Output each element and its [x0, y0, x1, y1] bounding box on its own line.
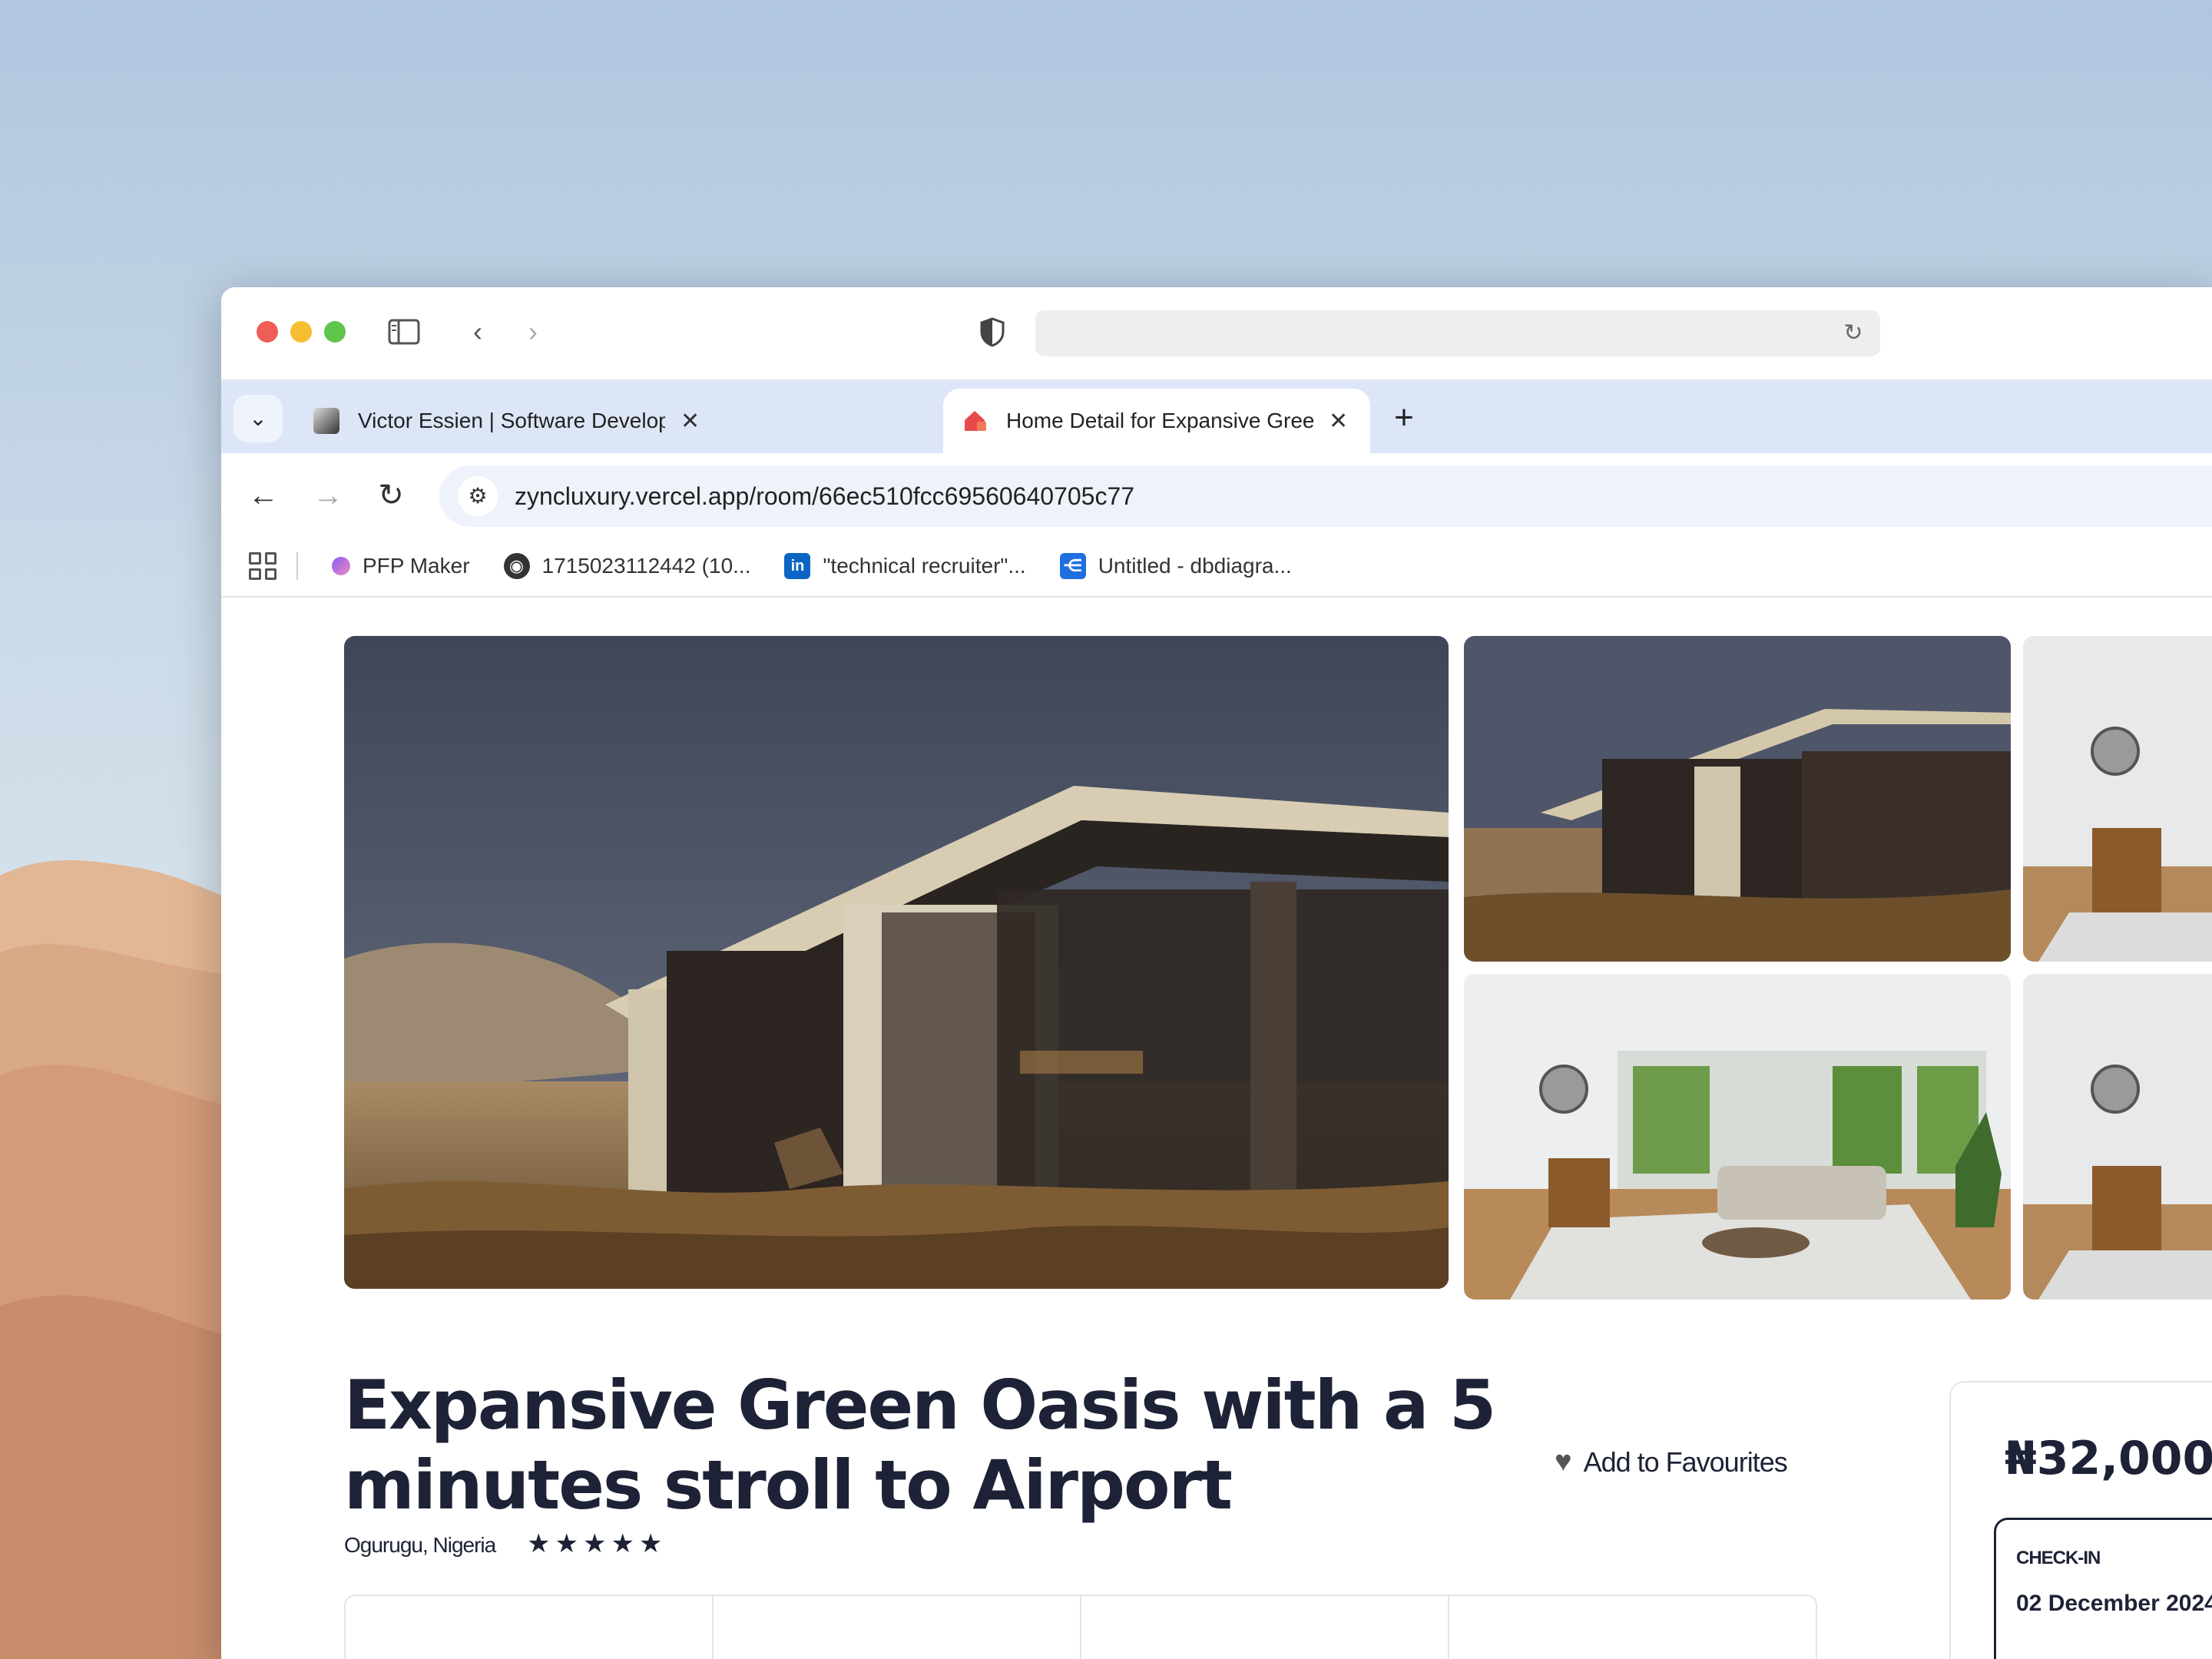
- tab-title: Home Detail for Expansive Gree: [1006, 409, 1313, 432]
- gallery-photo-cabin[interactable]: [1464, 636, 2011, 962]
- favourite-label: Add to Favourites: [1583, 1445, 1788, 1478]
- forward-arrow-icon[interactable]: →: [307, 475, 349, 516]
- tab-search-chevron-icon[interactable]: ⌄: [233, 395, 283, 442]
- bookmarks-bar: PFP Maker ◉ 1715023112442 (10... in "tec…: [221, 536, 2212, 598]
- site-settings-icon[interactable]: ⚙: [458, 476, 498, 516]
- feature-cell: [346, 1596, 714, 1659]
- bookmark-linkedin[interactable]: in "technical recruiter"...: [784, 553, 1026, 579]
- bookmark-pfp-maker[interactable]: PFP Maker: [332, 554, 470, 578]
- linkedin-icon: in: [784, 553, 811, 579]
- bookmark-label: Untitled - dbdiagra...: [1098, 554, 1292, 578]
- back-arrow-icon[interactable]: ‹: [461, 316, 495, 347]
- feature-cell: [1449, 1596, 1816, 1659]
- victor-portrait-icon: [313, 408, 339, 434]
- house-logo-icon: [962, 408, 988, 434]
- gallery-photo-living-room[interactable]: [1464, 974, 2011, 1300]
- tab-title: Victor Essien | Software Develop: [358, 409, 665, 432]
- bookmark-dbdiagram[interactable]: ⋲ Untitled - dbdiagra...: [1059, 553, 1292, 579]
- checkin-date-picker[interactable]: CHECK-IN 02 December 2024: [1994, 1518, 2212, 1659]
- star-rating-icon: ★★★★★: [527, 1529, 667, 1558]
- browser-window: ‹ › ↻ ⌄ Victor Essien | Software Develop…: [221, 287, 2212, 1659]
- forward-arrow-icon[interactable]: ›: [516, 316, 550, 347]
- reload-icon[interactable]: ↻: [370, 475, 412, 516]
- url-text: zyncluxury.vercel.app/room/66ec510fcc695…: [515, 482, 1135, 510]
- shield-icon[interactable]: [975, 316, 1009, 347]
- checkin-date: 02 December 2024: [2016, 1591, 2212, 1616]
- listing-features-row: [344, 1594, 1817, 1659]
- booking-card: ₦32,000 CHECK-IN 02 December 2024: [1949, 1381, 2212, 1659]
- url-bar[interactable]: ⚙ zyncluxury.vercel.app/room/66ec510fcc6…: [439, 465, 2212, 527]
- gallery-photo-living-room[interactable]: [2023, 974, 2212, 1300]
- close-window-button[interactable]: [257, 321, 278, 343]
- back-arrow-icon[interactable]: ←: [243, 475, 284, 516]
- add-to-favourites-button[interactable]: ♥ Add to Favourites: [1555, 1445, 1788, 1479]
- browser-toolbar: ← → ↻ ⚙ zyncluxury.vercel.app/room/66ec5…: [221, 453, 2212, 536]
- listing-title: Expansive Green Oasis with a 5 minutes s…: [344, 1366, 1496, 1525]
- globe-icon: ◉: [503, 553, 530, 579]
- gallery-photo-living-room[interactable]: [2023, 636, 2212, 962]
- pfp-maker-icon: [332, 557, 350, 575]
- heart-icon: ♥: [1555, 1445, 1572, 1478]
- price-per-night: ₦32,000: [2005, 1432, 2212, 1485]
- bookmark-globe[interactable]: ◉ 1715023112442 (10...: [503, 553, 751, 579]
- new-tab-plus-icon[interactable]: +: [1382, 396, 1426, 439]
- page-content: Expansive Green Oasis with a 5 minutes s…: [221, 598, 2212, 1659]
- desert-wallpaper: [0, 860, 230, 1659]
- bookmarks-divider: [296, 552, 298, 580]
- checkin-label: CHECK-IN: [2016, 1548, 2101, 1568]
- sidebar-toggle-icon[interactable]: [387, 316, 421, 347]
- close-tab-icon[interactable]: ✕: [680, 408, 700, 435]
- tab-strip: ⌄ Victor Essien | Software Develop ✕ Hom…: [221, 379, 2212, 472]
- feature-cell: [714, 1596, 1081, 1659]
- reload-icon[interactable]: ↻: [1840, 320, 1866, 347]
- feature-cell: [1081, 1596, 1449, 1659]
- bookmark-label: 1715023112442 (10...: [541, 554, 751, 578]
- tab-home-detail[interactable]: Home Detail for Expansive Gree ✕: [943, 389, 1370, 453]
- minimize-window-button[interactable]: [290, 321, 312, 343]
- bookmark-label: "technical recruiter"...: [823, 554, 1026, 578]
- gallery-main-photo[interactable]: [344, 636, 1449, 1289]
- bookmark-label: PFP Maker: [363, 554, 470, 578]
- dbdiagram-icon: ⋲: [1059, 553, 1086, 579]
- apps-grid-icon[interactable]: [249, 552, 276, 580]
- safari-address-bar[interactable]: ↻: [1035, 310, 1880, 356]
- close-tab-icon[interactable]: ✕: [1329, 408, 1348, 435]
- listing-location: Ogurugu, Nigeria: [344, 1533, 496, 1557]
- window-titlebar: ‹ › ↻: [221, 287, 2212, 379]
- tab-victor-essien[interactable]: Victor Essien | Software Develop ✕: [295, 389, 940, 453]
- zoom-window-button[interactable]: [324, 321, 346, 343]
